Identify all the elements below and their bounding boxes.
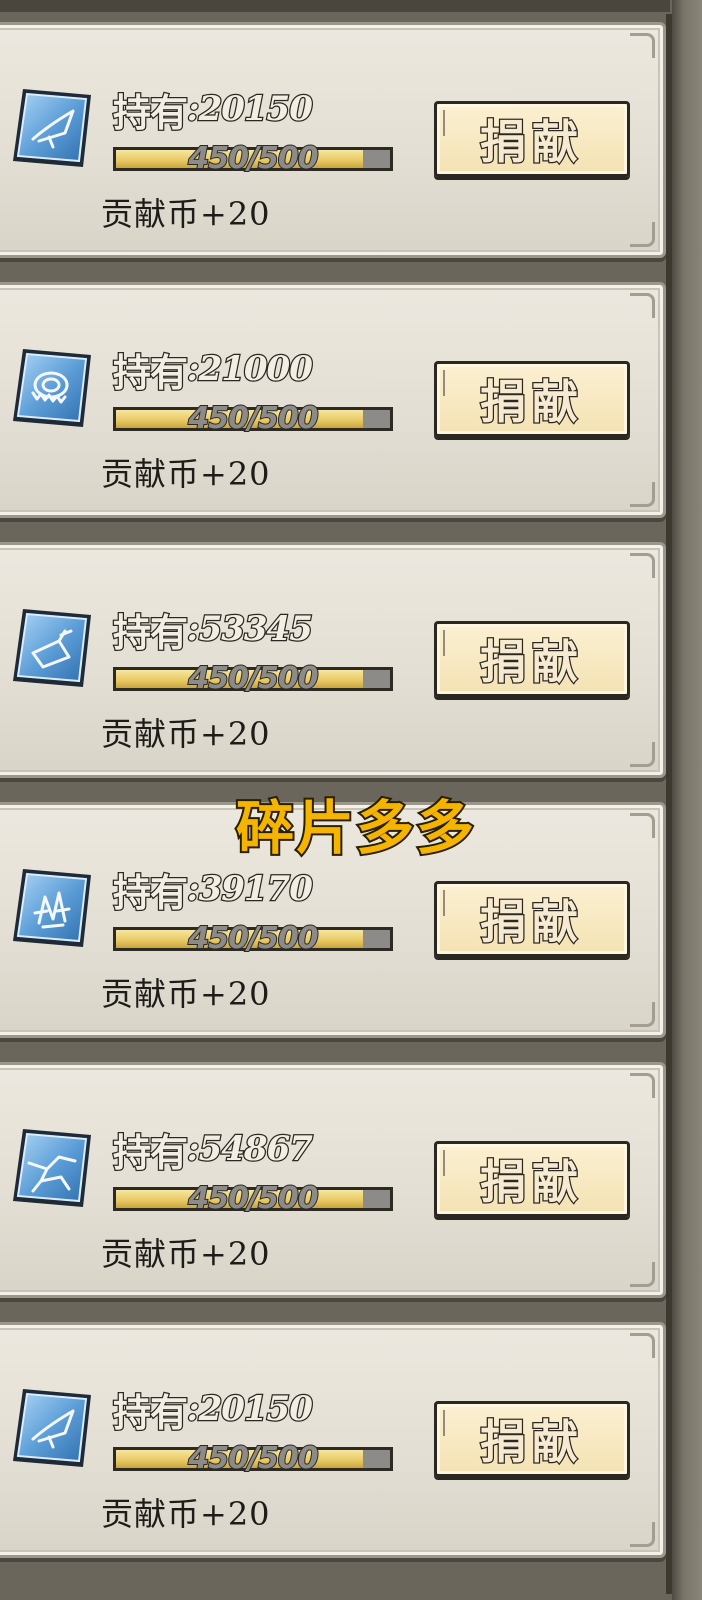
donate-button-label: 捐献 [479, 114, 584, 171]
donate-button[interactable]: 捐献 [434, 101, 630, 177]
donation-progress-bar: 450/500 [113, 140, 393, 177]
donation-panel: 持有 :20150 450/500 贡献币+20 捐献 持有:21000 45… [0, 0, 702, 1600]
donation-row: 持有 :20150 450/500 贡献币+20 捐献 [0, 22, 666, 258]
donate-button[interactable]: 捐献 [434, 361, 630, 437]
donate-button-label: 捐献 [479, 1414, 584, 1471]
row-corner-ornament [630, 1333, 655, 1358]
holdings-label: 持有 [112, 88, 190, 136]
button-decoration [443, 890, 453, 916]
donate-button-label: 捐献 [479, 1154, 584, 1211]
row-corner-ornament [630, 482, 655, 507]
row-corner-ornament [630, 742, 655, 767]
holdings-count: 持有 :20150 [112, 85, 314, 136]
holdings-label: 持有 [112, 1128, 190, 1176]
row-corner-ornament [630, 1262, 655, 1287]
reward-text: 贡献币+20 [101, 975, 271, 1013]
progress-text: 450/500 [187, 920, 319, 957]
reward-text: 贡献币+20 [101, 455, 271, 493]
button-decoration [443, 630, 453, 656]
paper-fold-shard-icon[interactable] [3, 601, 99, 697]
progress-text: 450/500 [187, 660, 319, 697]
progress-text: 450/500 [187, 1180, 319, 1217]
donation-progress-bar: 450/500 [113, 660, 393, 697]
scrollbar-track[interactable] [672, 0, 702, 1600]
holdings-label: 持有 [112, 1388, 190, 1436]
holdings-value: :39170 [186, 868, 314, 911]
donation-row: 持有 :53345 450/500 贡献币+20 捐献 [0, 542, 666, 778]
holdings-value: :54867 [186, 1128, 314, 1171]
row-corner-ornament [630, 1002, 655, 1027]
progress-text: 450/500 [187, 140, 319, 177]
holdings-label: 持有 [112, 868, 190, 916]
donate-button[interactable]: 捐献 [434, 621, 630, 697]
donate-button[interactable]: 捐献 [434, 1401, 630, 1477]
holdings-value: :20150 [186, 88, 314, 131]
row-corner-ornament [630, 813, 655, 838]
row-corner-ornament [630, 1073, 655, 1098]
progress-text: 450/500 [187, 400, 319, 437]
cracked-ice-shard-icon[interactable] [3, 1121, 99, 1217]
row-corner-ornament [630, 1522, 655, 1547]
paper-crane-shard-icon[interactable] [3, 1381, 99, 1477]
row-corner-ornament [630, 553, 655, 578]
paper-crane-shard-icon[interactable] [3, 81, 99, 177]
holdings-count: 持有 :39170 [112, 865, 314, 916]
crystal-cluster-shard-icon[interactable] [3, 861, 99, 957]
button-decoration [443, 1410, 453, 1436]
donate-button-label: 捐献 [479, 634, 584, 691]
holdings-value: :21000 [186, 348, 314, 391]
donation-progress-bar: 450/500 [113, 1180, 393, 1217]
reward-text: 贡献币+20 [101, 1235, 271, 1273]
holdings-count: 持有 :21000 [112, 345, 314, 396]
holdings-label: 持有 [112, 608, 190, 656]
button-decoration [443, 110, 453, 136]
row-corner-ornament [630, 293, 655, 318]
gear-disc-shard-icon[interactable] [3, 341, 99, 437]
button-decoration [443, 1150, 453, 1176]
row-corner-ornament [630, 33, 655, 58]
donation-row: 持有 :20150 450/500 贡献币+20 捐献 [0, 1322, 666, 1558]
holdings-count: 持有 :20150 [112, 1385, 314, 1436]
donate-button-label: 捐献 [479, 894, 584, 951]
panel-top-border [0, 0, 670, 12]
button-decoration [443, 370, 453, 396]
holdings-value: :53345 [186, 608, 314, 651]
overlay-caption: 碎片多多 [234, 794, 477, 862]
holdings-label: 持有 [112, 348, 190, 396]
holdings-count: 持有 :54867 [112, 1125, 314, 1176]
progress-text: 450/500 [187, 1440, 319, 1477]
reward-text: 贡献币+20 [101, 715, 271, 753]
donation-progress-bar: 450/500 [113, 920, 393, 957]
donation-row: 持有 :21000 450/500 贡献币+20 捐献 [0, 282, 666, 518]
holdings-count: 持有 :53345 [112, 605, 314, 656]
donation-progress-bar: 450/500 [113, 400, 393, 437]
donate-button[interactable]: 捐献 [434, 881, 630, 957]
reward-text: 贡献币+20 [101, 1495, 271, 1533]
donation-progress-bar: 450/500 [113, 1440, 393, 1477]
donate-button-label: 捐献 [479, 374, 584, 431]
row-corner-ornament [630, 222, 655, 247]
holdings-value: :20150 [186, 1388, 314, 1431]
donate-button[interactable]: 捐献 [434, 1141, 630, 1217]
reward-text: 贡献币+20 [101, 195, 271, 233]
donation-row: 持有 :54867 450/500 贡献币+20 捐献 [0, 1062, 666, 1298]
